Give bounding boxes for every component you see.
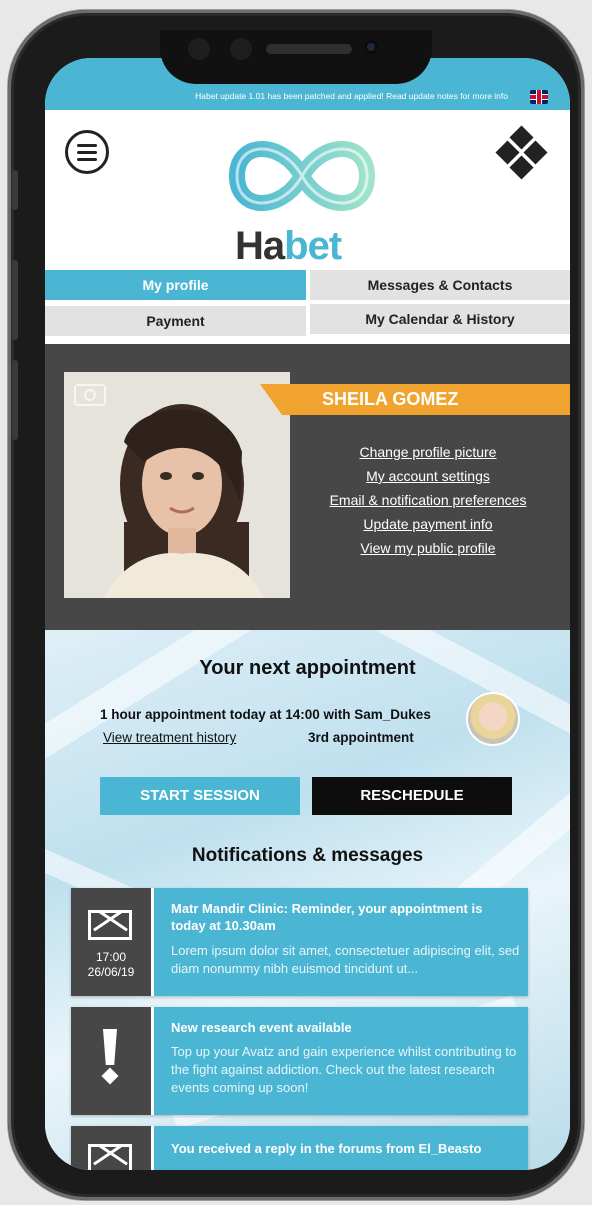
- account-settings-link[interactable]: My account settings: [303, 464, 553, 488]
- update-notice[interactable]: Habet update 1.01 has been patched and a…: [195, 91, 508, 101]
- notification-card[interactable]: 17:00 26/06/19 Matr Mandir Clinic: Remin…: [71, 888, 528, 996]
- infinity-logo-icon: [229, 141, 375, 211]
- notification-title: You received a reply in the forums from …: [171, 1141, 482, 1156]
- background-shard: [45, 630, 254, 767]
- notification-preferences-link[interactable]: Email & notification preferences: [303, 488, 553, 512]
- notification-title: Matr Mandir Clinic: Reminder, your appoi…: [171, 901, 483, 933]
- diamond-grid-icon[interactable]: [494, 125, 550, 182]
- profile-photo[interactable]: [64, 372, 290, 598]
- notification-body: Lorem ipsum dolor sit amet, consectetuer…: [171, 943, 520, 976]
- profile-name-banner: SHEILA GOMEZ: [260, 384, 570, 415]
- notification-date: 26/06/19: [87, 965, 135, 979]
- sensor-icon: [188, 38, 210, 60]
- profile-links: Change profile picture My account settin…: [303, 440, 553, 560]
- notification-icon-panel: [71, 1007, 154, 1115]
- change-profile-picture-link[interactable]: Change profile picture: [303, 440, 553, 464]
- tab-my-profile[interactable]: My profile: [45, 270, 306, 300]
- start-session-button[interactable]: START SESSION: [100, 777, 300, 815]
- volume-down-button: [12, 360, 18, 440]
- habet-logo: Habet: [227, 130, 377, 268]
- tab-payment[interactable]: Payment: [45, 306, 306, 336]
- profile-panel: SHEILA GOMEZ Change profile picture My a…: [45, 344, 570, 630]
- camera-icon[interactable]: [74, 384, 106, 406]
- front-camera-icon: [364, 40, 378, 54]
- notification-icon-panel: 17:00 26/06/19: [71, 888, 154, 996]
- notification-time: 17:00: [95, 950, 127, 964]
- reschedule-button[interactable]: RESCHEDULE: [312, 777, 512, 815]
- notification-icon-panel: [71, 1126, 154, 1170]
- treatment-history-link[interactable]: View treatment history: [103, 730, 236, 745]
- notification-body: Top up your Avatz and gain experience wh…: [171, 1044, 517, 1095]
- tab-messages-contacts[interactable]: Messages & Contacts: [310, 270, 570, 300]
- logo-wordmark: Habet: [235, 224, 342, 268]
- profile-name: SHEILA GOMEZ: [322, 389, 459, 409]
- appointment-count: 3rd appointment: [308, 730, 414, 745]
- therapist-avatar[interactable]: [466, 692, 520, 746]
- app-header: Habet: [45, 110, 570, 270]
- notification-card[interactable]: New research event available Top up your…: [71, 1007, 528, 1115]
- mute-switch: [12, 170, 18, 210]
- sensor-icon: [230, 38, 252, 60]
- phone-notch: [160, 30, 432, 84]
- update-payment-link[interactable]: Update payment info: [303, 512, 553, 536]
- envelope-icon: [88, 1144, 132, 1170]
- public-profile-link[interactable]: View my public profile: [303, 536, 553, 560]
- exclamation-icon: [101, 1029, 119, 1085]
- uk-flag-icon[interactable]: [530, 90, 548, 104]
- appointment-section: Your next appointment 1 hour appointment…: [45, 630, 570, 1170]
- appointment-title: Your next appointment: [199, 657, 416, 679]
- hamburger-menu-icon[interactable]: [65, 130, 109, 174]
- notification-title: New research event available: [171, 1020, 352, 1035]
- notification-card[interactable]: You received a reply in the forums from …: [71, 1126, 528, 1170]
- speaker-grille: [266, 44, 352, 54]
- tab-calendar-history[interactable]: My Calendar & History: [310, 304, 570, 334]
- appointment-details: 1 hour appointment today at 14:00 with S…: [100, 707, 431, 722]
- app-screen: Habet update 1.01 has been patched and a…: [45, 58, 570, 1170]
- envelope-icon: [88, 910, 132, 940]
- volume-up-button: [12, 260, 18, 340]
- notifications-title: Notifications & messages: [191, 845, 424, 866]
